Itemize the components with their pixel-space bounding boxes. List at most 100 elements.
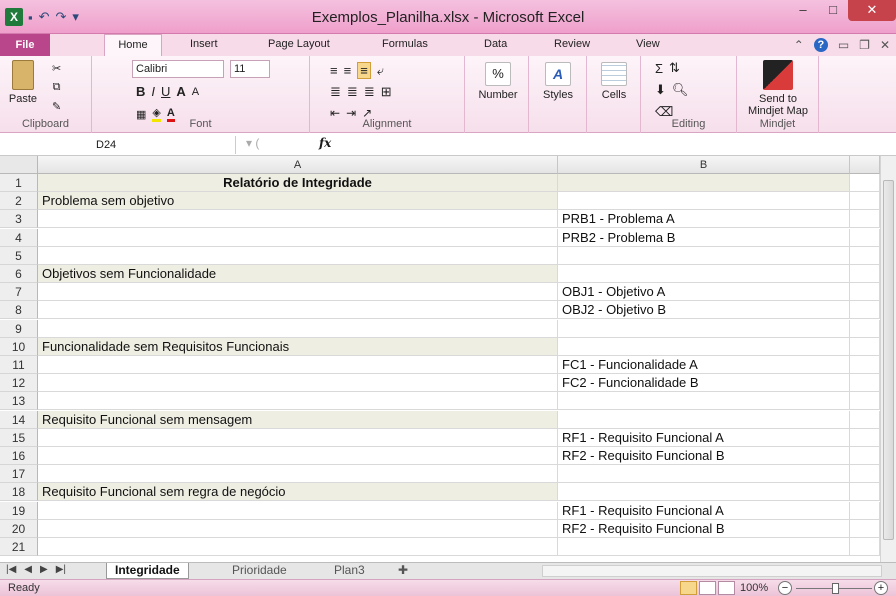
- styles-button[interactable]: A Styles: [535, 62, 581, 101]
- tab-insert[interactable]: Insert: [190, 38, 218, 50]
- cell-a[interactable]: [38, 374, 558, 393]
- cell-b[interactable]: RF2 - Requisito Funcional B: [558, 519, 850, 538]
- send-to-mindjet-button[interactable]: Send to Mindjet Map: [743, 60, 813, 117]
- cell-a[interactable]: [38, 283, 558, 302]
- cell-c[interactable]: [850, 410, 880, 429]
- row-header[interactable]: 21: [0, 538, 38, 556]
- cell-c[interactable]: [850, 228, 880, 247]
- cell-a[interactable]: [38, 246, 558, 265]
- cell-a[interactable]: [38, 210, 558, 229]
- page-layout-view-icon[interactable]: [699, 581, 716, 595]
- cell-c[interactable]: [850, 538, 880, 556]
- zoom-in-button[interactable]: +: [874, 581, 888, 595]
- cell-a[interactable]: [38, 519, 558, 538]
- insert-sheet-icon[interactable]: ✚: [390, 563, 416, 579]
- font-size-combo[interactable]: 11: [230, 60, 270, 78]
- grow-font-button[interactable]: A: [176, 84, 185, 99]
- zoom-level[interactable]: 100%: [740, 582, 768, 594]
- workbook-close-icon[interactable]: ✕: [880, 38, 890, 52]
- align-middle-icon[interactable]: ≡: [344, 63, 352, 78]
- cell-b[interactable]: [558, 410, 850, 429]
- next-sheet-icon[interactable]: ▶: [40, 564, 48, 575]
- cell-c[interactable]: [850, 465, 880, 484]
- cell-b[interactable]: FC2 - Funcionalidade B: [558, 374, 850, 393]
- cell-a[interactable]: [38, 428, 558, 447]
- row-header[interactable]: 14: [0, 410, 38, 429]
- align-right-icon[interactable]: ≣: [364, 84, 375, 100]
- row-header[interactable]: 9: [0, 319, 38, 338]
- cell-c[interactable]: [850, 283, 880, 302]
- maximize-button[interactable]: □: [818, 0, 848, 21]
- sheet-tab-plan3[interactable]: Plan3: [326, 563, 373, 579]
- row-header[interactable]: 12: [0, 374, 38, 393]
- cell-c[interactable]: [850, 483, 880, 502]
- row-header[interactable]: 8: [0, 301, 38, 320]
- cell-c[interactable]: [850, 447, 880, 465]
- cell-a[interactable]: [38, 501, 558, 520]
- align-left-icon[interactable]: ≣: [330, 84, 341, 100]
- cell-b[interactable]: [558, 246, 850, 265]
- sort-filter-icon[interactable]: ⇅: [669, 60, 680, 76]
- tab-review[interactable]: Review: [554, 38, 590, 50]
- cell-a[interactable]: [38, 319, 558, 338]
- cell-a[interactable]: Requisito Funcional sem mensagem: [38, 410, 558, 429]
- row-header[interactable]: 4: [0, 228, 38, 247]
- cell-a[interactable]: Relatório de Integridade: [38, 174, 558, 192]
- cell-c[interactable]: [850, 519, 880, 538]
- vertical-scrollbar[interactable]: [880, 156, 896, 562]
- zoom-slider-knob[interactable]: [832, 583, 839, 594]
- cell-a[interactable]: Problema sem objetivo: [38, 192, 558, 211]
- row-header[interactable]: 3: [0, 210, 38, 229]
- row-header[interactable]: 10: [0, 337, 38, 356]
- row-header[interactable]: 18: [0, 483, 38, 502]
- horizontal-scrollbar[interactable]: [542, 565, 882, 577]
- row-header[interactable]: 6: [0, 265, 38, 283]
- cells-button[interactable]: Cells: [593, 62, 635, 101]
- cell-b[interactable]: PRB1 - Problema A: [558, 210, 850, 229]
- column-header-c[interactable]: [850, 156, 880, 174]
- wrap-text-icon[interactable]: ⤶: [377, 63, 384, 79]
- name-box-dropdown-icon[interactable]: ▾ (: [246, 136, 259, 150]
- fill-icon[interactable]: ⬇: [655, 82, 666, 98]
- row-header[interactable]: 11: [0, 356, 38, 374]
- cell-b[interactable]: RF1 - Requisito Funcional A: [558, 501, 850, 520]
- insert-function-button[interactable]: fx: [319, 136, 331, 150]
- cell-b[interactable]: OBJ2 - Objetivo B: [558, 301, 850, 320]
- align-bottom-icon[interactable]: ≡: [357, 62, 371, 79]
- close-button[interactable]: ✕: [848, 0, 896, 21]
- cell-c[interactable]: [850, 356, 880, 374]
- workbook-restore-icon[interactable]: ❐: [859, 38, 870, 52]
- column-header-b[interactable]: B: [558, 156, 850, 174]
- cell-b[interactable]: [558, 392, 850, 411]
- cell-c[interactable]: [850, 265, 880, 283]
- underline-button[interactable]: U: [161, 84, 170, 99]
- cell-a[interactable]: Funcionalidade sem Requisitos Funcionais: [38, 337, 558, 356]
- cell-a[interactable]: [38, 392, 558, 411]
- cell-a[interactable]: [38, 538, 558, 556]
- cell-b[interactable]: OBJ1 - Objetivo A: [558, 283, 850, 302]
- tab-page-layout[interactable]: Page Layout: [268, 38, 330, 50]
- cell-c[interactable]: [850, 210, 880, 229]
- row-header[interactable]: 5: [0, 246, 38, 265]
- tab-data[interactable]: Data: [484, 38, 507, 50]
- cell-c[interactable]: [850, 428, 880, 447]
- cell-c[interactable]: [850, 246, 880, 265]
- last-sheet-icon[interactable]: ▶|: [56, 564, 66, 575]
- tab-home[interactable]: Home: [104, 34, 162, 57]
- prev-sheet-icon[interactable]: ◀: [24, 564, 32, 575]
- cell-a[interactable]: [38, 356, 558, 374]
- tab-view[interactable]: View: [636, 38, 660, 50]
- row-header[interactable]: 20: [0, 519, 38, 538]
- shrink-font-button[interactable]: A: [192, 86, 199, 98]
- cell-c[interactable]: [850, 301, 880, 320]
- cell-a[interactable]: [38, 465, 558, 484]
- vertical-scroll-thumb[interactable]: [883, 180, 894, 540]
- format-painter-icon[interactable]: ✎: [52, 100, 61, 113]
- page-break-view-icon[interactable]: [718, 581, 735, 595]
- workbook-minimize-icon[interactable]: ▭: [838, 38, 849, 52]
- sheet-tab-prioridade[interactable]: Prioridade: [224, 563, 295, 579]
- cell-a[interactable]: [38, 447, 558, 465]
- select-all-corner[interactable]: [0, 156, 38, 174]
- cell-b[interactable]: [558, 265, 850, 283]
- row-header[interactable]: 1: [0, 174, 38, 192]
